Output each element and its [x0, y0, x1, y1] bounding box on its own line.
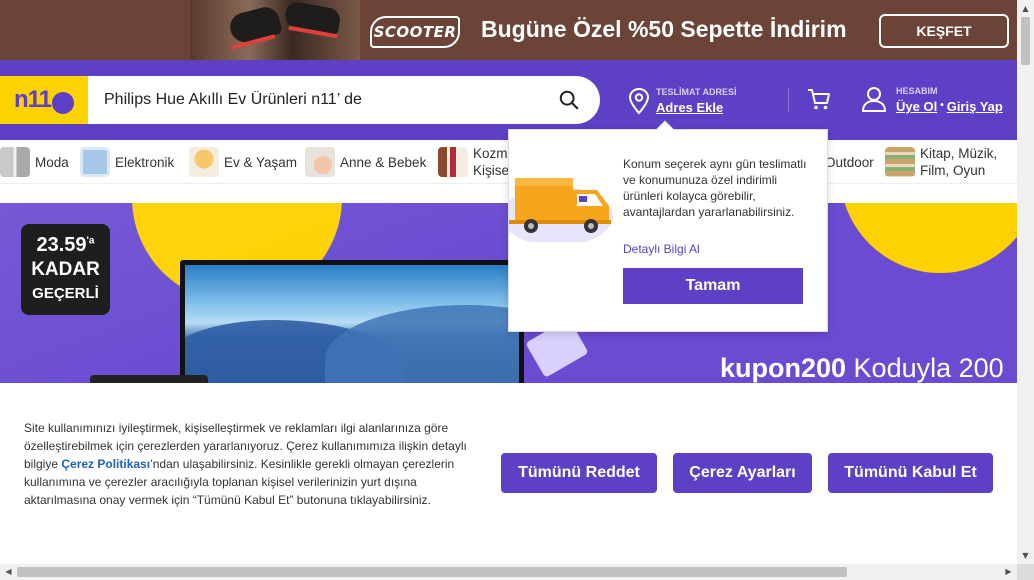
category-item-elektronik[interactable]: Elektronik	[80, 145, 174, 179]
category-item-kozmetik[interactable]: Kozm Kişise	[438, 145, 509, 179]
delivery-truck-icon	[509, 178, 613, 242]
category-label: Anne & Bebek	[340, 154, 427, 170]
cookie-policy-link[interactable]: Çerez Politikası	[61, 457, 150, 471]
coupon-headline: kupon200 Koduyla 200	[720, 353, 1004, 383]
account-separator: •	[940, 100, 944, 111]
scroll-right-arrow-icon[interactable]: ▶	[1000, 564, 1017, 580]
location-pin-icon	[628, 87, 650, 115]
account-links: Üye Ol • Giriş Yap	[896, 99, 1003, 114]
scrollbar-corner	[1017, 564, 1034, 580]
books-thumb	[885, 147, 915, 177]
reject-all-button[interactable]: Tümünü Reddet	[501, 453, 657, 493]
category-label: Ev & Yaşam	[224, 154, 298, 170]
login-link[interactable]: Giriş Yap	[947, 99, 1003, 114]
category-label: Outdoor	[825, 154, 874, 170]
promo-headline: Bugüne Özel %50 Sepette İndirim	[481, 16, 847, 42]
account-label: HESABIM	[896, 86, 938, 96]
accept-all-button[interactable]: Tümünü Kabul Et	[828, 453, 993, 493]
promo-shoes-image	[190, 0, 360, 60]
more-info-link[interactable]: Detaylı Bilgi Al	[623, 242, 700, 256]
vertical-scroll-thumb[interactable]	[1021, 17, 1030, 65]
horizontal-scroll-thumb[interactable]	[17, 567, 847, 577]
category-item-outdoor[interactable]: Outdoor	[825, 145, 874, 179]
time-limit-badge: 23.59'a KADAR GEÇERLİ	[21, 224, 110, 315]
popover-description: Konum seçerek aynı gün teslimatlı ve kon…	[623, 157, 807, 219]
delivery-location-popover: Konum seçerek aynı gün teslimatlı ve kon…	[508, 120, 828, 332]
search-bar	[88, 76, 600, 124]
category-item-anne-bebek[interactable]: Anne & Bebek	[305, 145, 426, 179]
cookie-settings-button[interactable]: Çerez Ayarları	[673, 453, 812, 493]
search-input[interactable]	[104, 88, 544, 112]
cart-icon[interactable]	[806, 86, 832, 112]
category-label: Moda	[35, 154, 69, 170]
signup-link[interactable]: Üye Ol	[896, 99, 937, 114]
n11-logo[interactable]: n11	[0, 76, 88, 124]
ok-button[interactable]: Tamam	[623, 268, 803, 304]
category-item-ev-yasam[interactable]: Ev & Yaşam	[189, 145, 297, 179]
vertical-scrollbar[interactable]: ▲ ▼	[1017, 0, 1034, 564]
category-item-moda[interactable]: Moda	[0, 145, 69, 179]
tv-image	[180, 260, 524, 383]
discover-button[interactable]: KEŞFET	[879, 14, 1009, 48]
logo-dot-icon	[52, 92, 75, 114]
fashion-thumb	[0, 147, 30, 177]
baby-thumb	[305, 147, 335, 177]
add-address-link[interactable]: Adres Ekle	[656, 100, 723, 115]
cookie-description: Site kullanımınızı iyileştirmek, kişisel…	[24, 421, 467, 507]
scroll-up-arrow-icon[interactable]: ▲	[1017, 0, 1034, 17]
search-icon[interactable]	[558, 89, 580, 111]
electronics-thumb	[80, 147, 110, 177]
scroll-left-arrow-icon[interactable]: ◀	[0, 564, 17, 580]
category-label: Kozm Kişise	[473, 146, 510, 178]
home-lamp-thumb	[189, 147, 219, 177]
header-divider	[788, 88, 789, 112]
category-label: Kitap, Müzik, Film, Oyun	[920, 146, 998, 178]
promo-banner[interactable]: SCOOTER Bugüne Özel %50 Sepette İndirim …	[0, 0, 1017, 60]
soundbar-image	[90, 375, 208, 383]
scooter-logo: SCOOTER	[370, 16, 460, 48]
delivery-label: TESLİMAT ADRESİ	[656, 87, 737, 97]
category-item-kitap[interactable]: Kitap, Müzik, Film, Oyun	[885, 145, 997, 179]
horizontal-scrollbar[interactable]: ◀ ▶	[0, 564, 1017, 580]
category-label: Elektronik	[115, 154, 175, 170]
scroll-down-arrow-icon[interactable]: ▼	[1017, 547, 1034, 564]
cosmetics-thumb	[438, 147, 468, 177]
cookie-consent-bar: Site kullanımınızı iyileştirmek, kişisel…	[0, 383, 1017, 564]
user-icon[interactable]	[861, 85, 887, 113]
